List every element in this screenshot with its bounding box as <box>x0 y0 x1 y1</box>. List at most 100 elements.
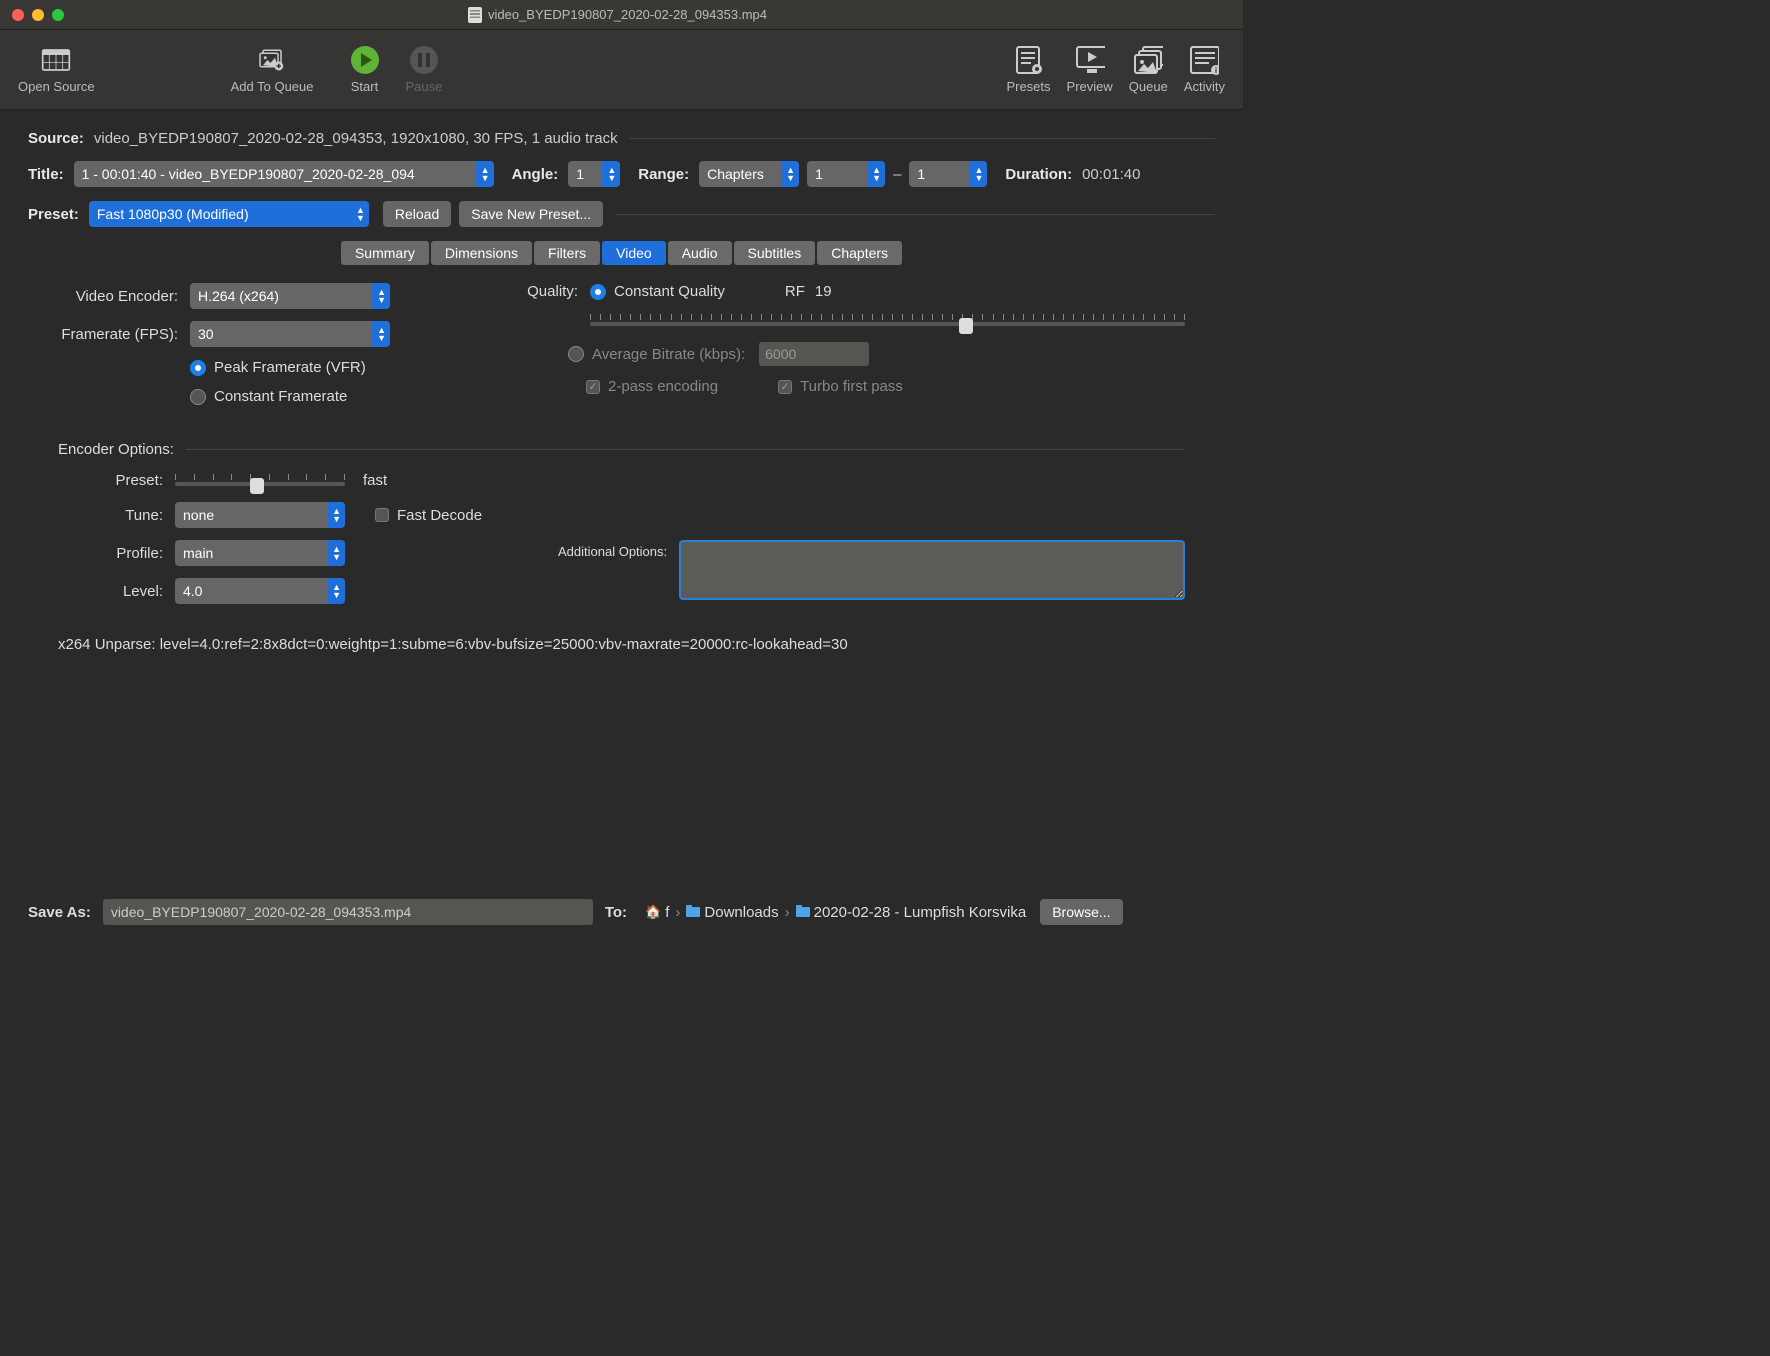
duration-value: 00:01:40 <box>1082 166 1140 183</box>
preset-row: Preset: Fast 1080p30 (Modified)▲▼ Reload… <box>28 201 1215 227</box>
breadcrumb: 🏠f › Downloads › 2020-02-28 - Lumpfish K… <box>645 904 1026 921</box>
svg-text:i: i <box>1215 66 1217 75</box>
tune-label: Tune: <box>58 507 163 524</box>
save-as-label: Save As: <box>28 904 91 921</box>
encoder-preset-value: fast <box>363 472 387 489</box>
window-title-text: video_BYEDP190807_2020-02-28_094353.mp4 <box>488 7 767 22</box>
fast-decode-label: Fast Decode <box>397 507 482 524</box>
tab-video[interactable]: Video <box>602 241 666 265</box>
titlebar: video_BYEDP190807_2020-02-28_094353.mp4 <box>0 0 1243 30</box>
save-as-input[interactable] <box>103 899 593 925</box>
open-source-icon <box>41 45 71 75</box>
presets-icon <box>1013 45 1043 75</box>
presets-label: Presets <box>1006 79 1050 94</box>
queue-icon <box>1133 45 1163 75</box>
turbo-label: Turbo first pass <box>800 378 903 395</box>
preview-label: Preview <box>1067 79 1113 94</box>
range-separator: – <box>893 166 901 183</box>
fps-select[interactable]: 30▲▼ <box>190 321 390 347</box>
source-row: Source: video_BYEDP190807_2020-02-28_094… <box>28 130 1215 147</box>
x264-unparse: x264 Unparse: level=4.0:ref=2:8x8dct=0:w… <box>58 636 848 653</box>
to-label: To: <box>605 904 627 921</box>
open-source-label: Open Source <box>18 79 95 94</box>
source-label: Source: <box>28 130 84 147</box>
tab-chapters[interactable]: Chapters <box>817 241 902 265</box>
breadcrumb-folder[interactable]: 2020-02-28 - Lumpfish Korsvika <box>814 904 1027 921</box>
folder-icon <box>686 907 700 917</box>
level-label: Level: <box>58 583 163 600</box>
additional-options-input[interactable] <box>679 540 1185 600</box>
tab-filters[interactable]: Filters <box>534 241 600 265</box>
average-bitrate-radio[interactable] <box>568 346 584 362</box>
rf-label: RF <box>785 283 805 300</box>
start-label: Start <box>351 79 378 94</box>
activity-button[interactable]: i Activity <box>1176 45 1233 94</box>
two-pass-label: 2-pass encoding <box>608 378 718 395</box>
toolbar: Open Source Add To Queue Start Pause Pre… <box>0 30 1243 110</box>
angle-label: Angle: <box>512 166 559 183</box>
tabs: SummaryDimensionsFiltersVideoAudioSubtit… <box>28 241 1215 265</box>
constant-framerate-radio[interactable] <box>190 389 206 405</box>
add-to-queue-button[interactable]: Add To Queue <box>223 45 322 94</box>
add-to-queue-icon <box>257 45 287 75</box>
range-from-select[interactable]: 1▲▼ <box>807 161 885 187</box>
constant-quality-label: Constant Quality <box>614 283 725 300</box>
tab-subtitles[interactable]: Subtitles <box>734 241 816 265</box>
two-pass-checkbox <box>586 380 600 394</box>
breadcrumb-home[interactable]: f <box>665 904 669 921</box>
bitrate-input <box>759 342 869 366</box>
turbo-first-pass-checkbox <box>778 380 792 394</box>
save-new-preset-button[interactable]: Save New Preset... <box>459 201 603 227</box>
title-select[interactable]: 1 - 00:01:40 - video_BYEDP190807_2020-02… <box>74 161 494 187</box>
queue-button[interactable]: Queue <box>1121 45 1176 94</box>
range-label: Range: <box>638 166 689 183</box>
profile-select[interactable]: main▲▼ <box>175 540 345 566</box>
document-icon <box>468 7 482 23</box>
source-value: video_BYEDP190807_2020-02-28_094353, 192… <box>94 130 618 147</box>
range-type-select[interactable]: Chapters▲▼ <box>699 161 799 187</box>
encoder-preset-slider[interactable] <box>175 470 345 490</box>
preview-button[interactable]: Preview <box>1059 45 1121 94</box>
tab-dimensions[interactable]: Dimensions <box>431 241 532 265</box>
rf-value: 19 <box>815 283 832 300</box>
preview-icon <box>1075 45 1105 75</box>
avg-bitrate-label: Average Bitrate (kbps): <box>592 346 745 363</box>
pause-icon <box>409 45 439 75</box>
preset-label: Preset: <box>28 206 79 223</box>
angle-select[interactable]: 1▲▼ <box>568 161 620 187</box>
activity-icon: i <box>1189 45 1219 75</box>
title-value: 1 - 00:01:40 - video_BYEDP190807_2020-02… <box>82 166 415 182</box>
profile-label: Profile: <box>58 545 163 562</box>
content-area: Source: video_BYEDP190807_2020-02-28_094… <box>0 110 1243 653</box>
fast-decode-checkbox[interactable] <box>375 508 389 522</box>
activity-label: Activity <box>1184 79 1225 94</box>
fps-label: Framerate (FPS): <box>58 326 178 343</box>
queue-label: Queue <box>1129 79 1168 94</box>
level-select[interactable]: 4.0▲▼ <box>175 578 345 604</box>
tab-audio[interactable]: Audio <box>668 241 732 265</box>
tune-select[interactable]: none▲▼ <box>175 502 345 528</box>
video-encoder-select[interactable]: H.264 (x264)▲▼ <box>190 283 390 309</box>
breadcrumb-downloads[interactable]: Downloads <box>704 904 778 921</box>
pause-label: Pause <box>406 79 443 94</box>
constant-framerate-label: Constant Framerate <box>214 388 347 405</box>
range-to-select[interactable]: 1▲▼ <box>909 161 987 187</box>
reload-button[interactable]: Reload <box>383 201 451 227</box>
constant-quality-radio[interactable] <box>590 284 606 300</box>
title-label: Title: <box>28 166 64 183</box>
encoder-options-label: Encoder Options: <box>58 441 174 458</box>
preset-select[interactable]: Fast 1080p30 (Modified)▲▼ <box>89 201 369 227</box>
quality-label: Quality: <box>518 283 578 300</box>
video-encoder-label: Video Encoder: <box>58 288 178 305</box>
start-button[interactable]: Start <box>342 45 388 94</box>
window-title: video_BYEDP190807_2020-02-28_094353.mp4 <box>4 7 1231 23</box>
presets-button[interactable]: Presets <box>998 45 1058 94</box>
tab-summary[interactable]: Summary <box>341 241 429 265</box>
peak-framerate-label: Peak Framerate (VFR) <box>214 359 366 376</box>
quality-slider[interactable] <box>590 312 1185 330</box>
bottom-bar: Save As: To: 🏠f › Downloads › 2020-02-28… <box>28 899 1215 925</box>
open-source-button[interactable]: Open Source <box>10 45 103 94</box>
browse-button[interactable]: Browse... <box>1040 899 1122 925</box>
video-panel: Video Encoder: H.264 (x264)▲▼ Framerate … <box>28 283 1215 653</box>
peak-framerate-radio[interactable] <box>190 360 206 376</box>
